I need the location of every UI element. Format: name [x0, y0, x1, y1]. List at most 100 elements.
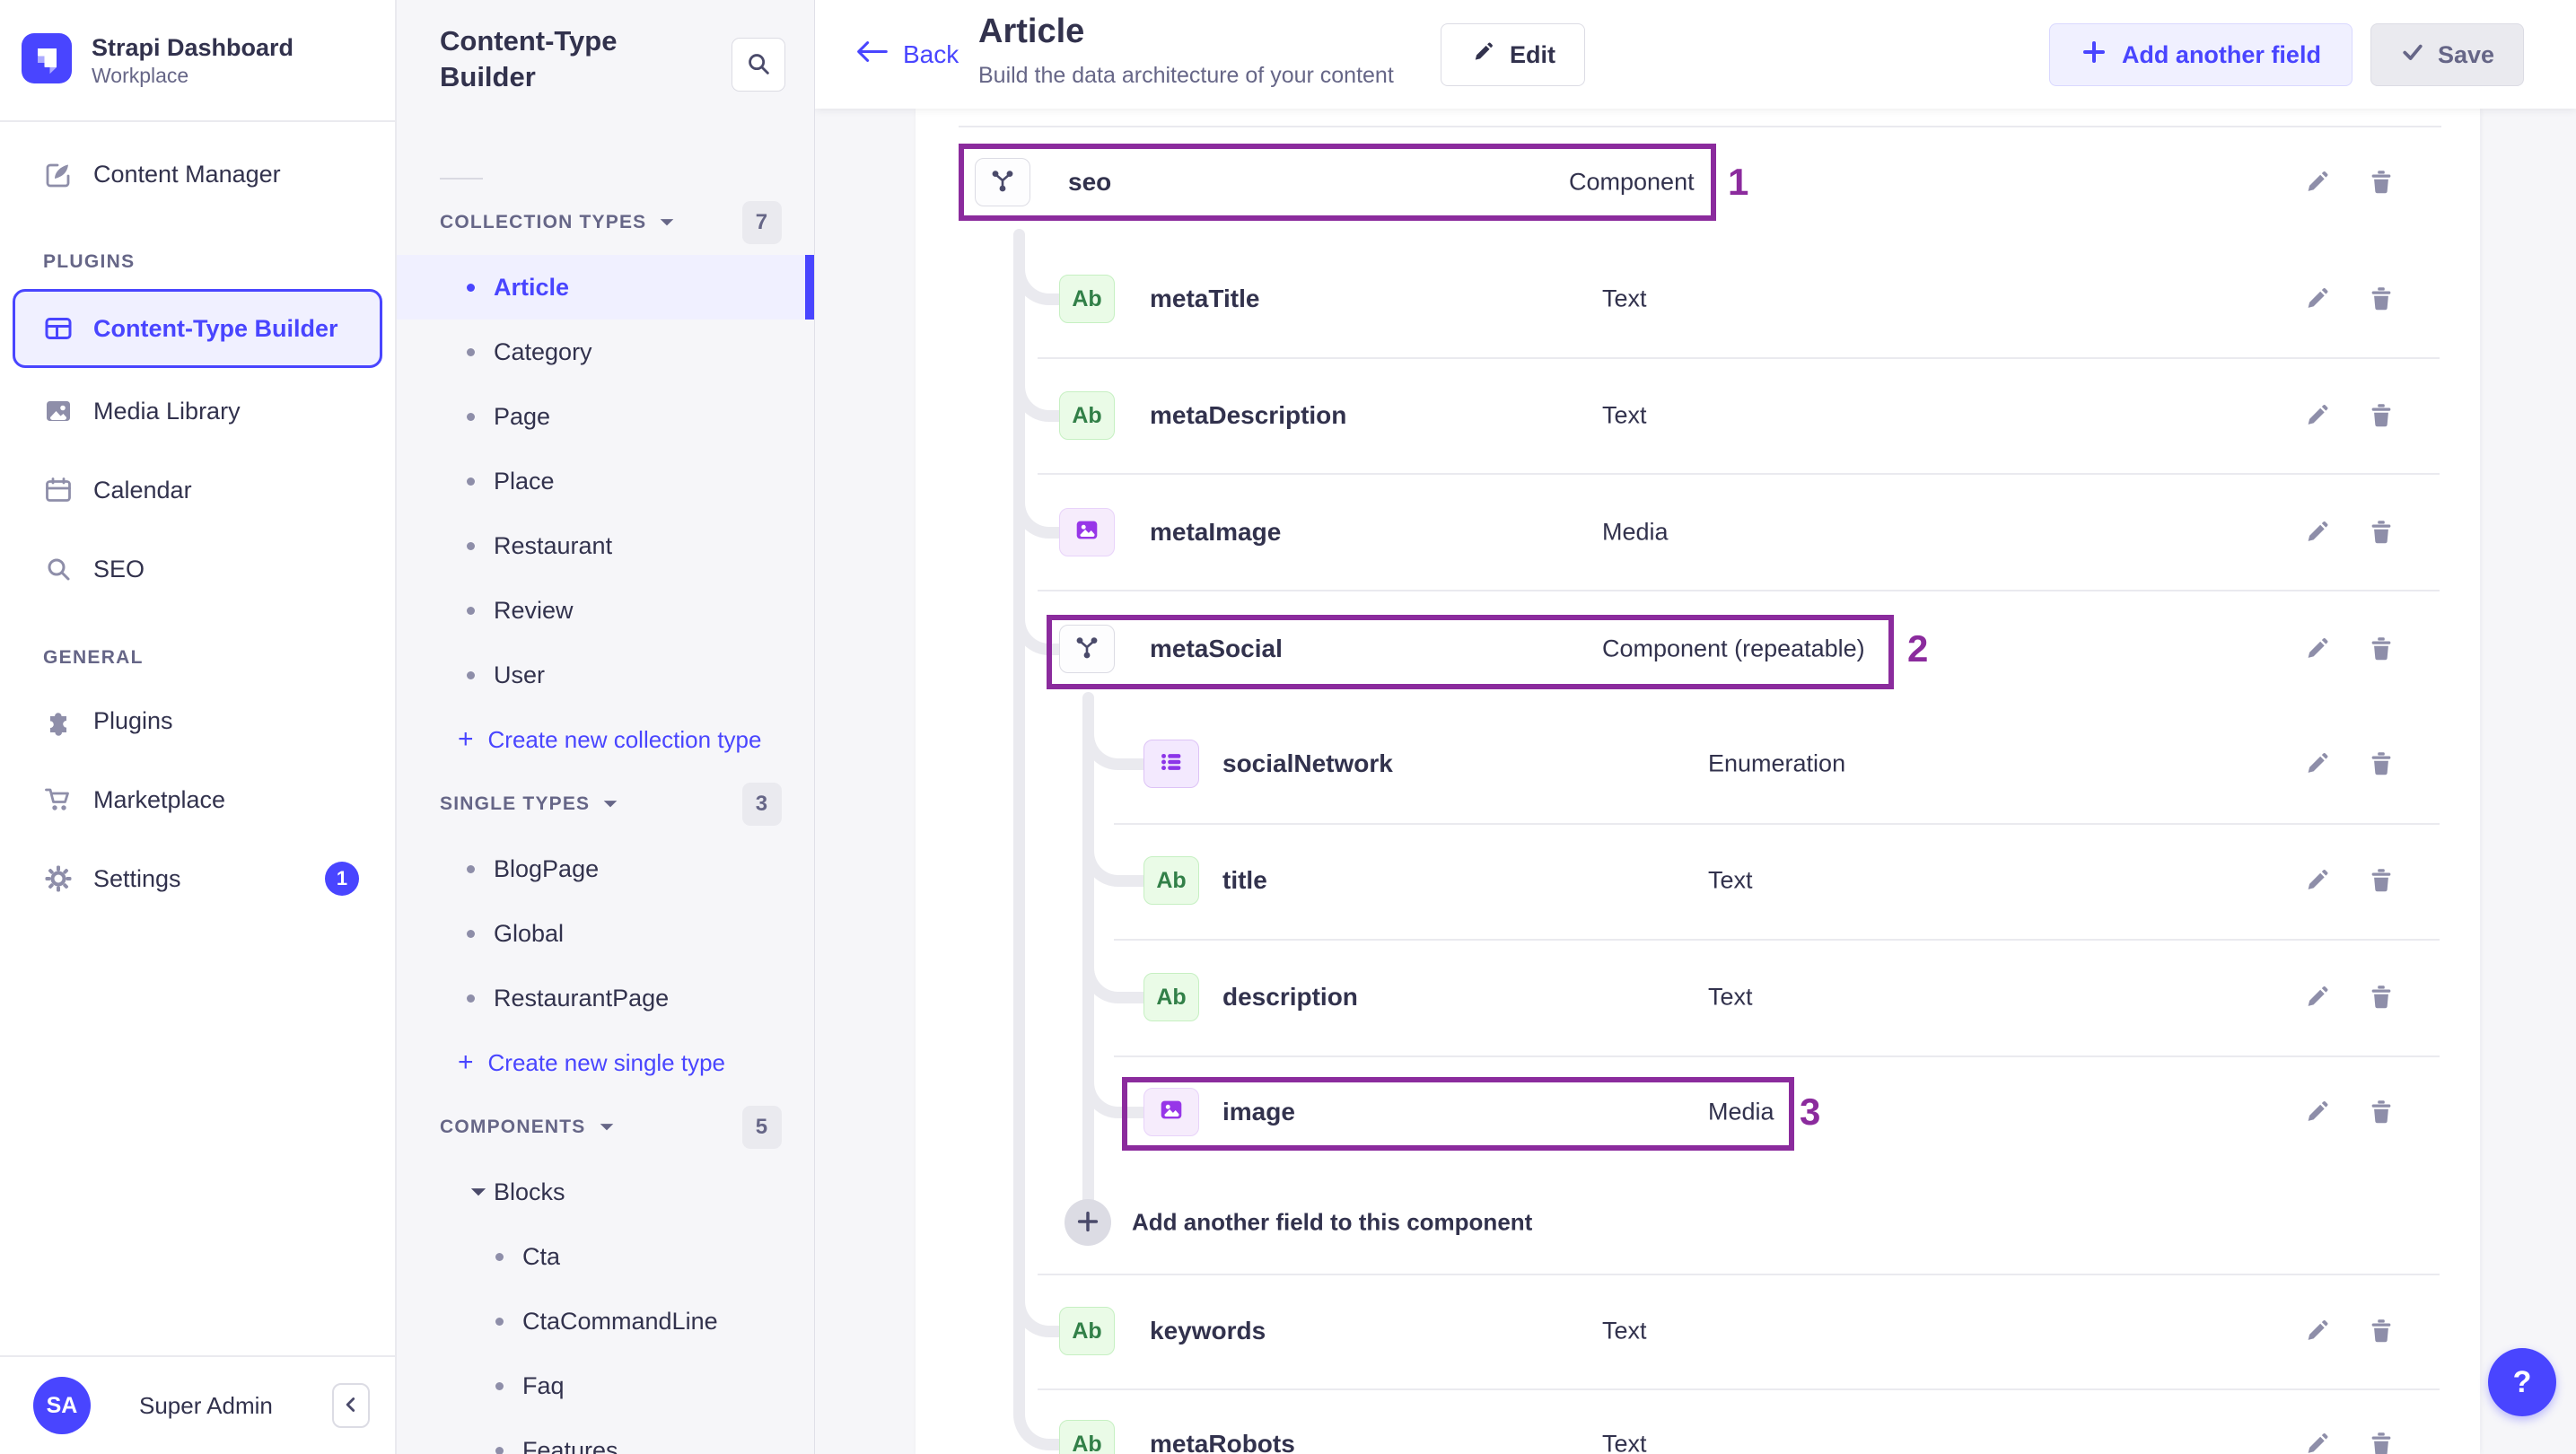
- sidebar-nav: Content Manager PLUGINS Content-Type Bui…: [0, 135, 395, 918]
- field-type: Media: [1708, 1098, 1774, 1126]
- type-item-page[interactable]: Page: [397, 384, 814, 449]
- delete-field-button[interactable]: [2367, 168, 2396, 197]
- help-button[interactable]: ?: [2488, 1348, 2556, 1416]
- sidebar-item-label: Content Manager: [93, 160, 281, 188]
- sidebar-item-seo[interactable]: SEO: [0, 530, 395, 609]
- sidebar-item-calendar[interactable]: Calendar: [0, 451, 395, 530]
- back-link[interactable]: Back: [856, 39, 959, 70]
- trash-icon: [2367, 521, 2396, 549]
- delete-field-button[interactable]: [2367, 866, 2396, 895]
- field-name: metaImage: [1150, 518, 1282, 546]
- type-item-blogpage[interactable]: BlogPage: [397, 836, 814, 901]
- type-item-place[interactable]: Place: [397, 449, 814, 513]
- type-item-category[interactable]: Category: [397, 320, 814, 384]
- add-another-field-button[interactable]: Add another field: [2048, 23, 2353, 86]
- caret-down-icon: [463, 1187, 494, 1198]
- edit-field-button[interactable]: [2302, 401, 2331, 430]
- create-new-collection-type[interactable]: + Create new collection type: [397, 707, 814, 772]
- edit-field-button[interactable]: [2302, 285, 2331, 313]
- edit-button[interactable]: Edit: [1441, 23, 1585, 86]
- chevron-left-icon: [339, 1393, 363, 1419]
- notification-badge: 1: [325, 862, 359, 896]
- app-title: Strapi Dashboard: [92, 34, 294, 61]
- type-item-global[interactable]: Global: [397, 901, 814, 966]
- edit-field-button[interactable]: [2302, 983, 2331, 1012]
- component-field-icon: [1072, 632, 1102, 667]
- pencil-icon: [2302, 1433, 2331, 1454]
- edit-field-button[interactable]: [2302, 749, 2331, 778]
- component-item-cta[interactable]: Cta: [397, 1224, 814, 1289]
- bullet-icon: [495, 1317, 504, 1326]
- component-item-ctacommandline[interactable]: CtaCommandLine: [397, 1289, 814, 1353]
- sidebar-item-plugins[interactable]: Plugins: [0, 681, 395, 760]
- delete-field-button[interactable]: [2367, 1430, 2396, 1454]
- pencil-icon: [2302, 1101, 2331, 1129]
- field-row-metaImage: metaImage Media: [916, 474, 2480, 591]
- edit-field-button[interactable]: [2302, 1430, 2331, 1454]
- search-button[interactable]: [732, 38, 785, 92]
- delete-field-button[interactable]: [2367, 285, 2396, 313]
- type-item-restaurantpage[interactable]: RestaurantPage: [397, 966, 814, 1030]
- edit-field-button[interactable]: [2302, 518, 2331, 547]
- collection-types-header[interactable]: COLLECTION TYPES 7: [397, 190, 814, 255]
- page-subtitle: Build the data architecture of your cont…: [978, 63, 1394, 88]
- delete-field-button[interactable]: [2367, 401, 2396, 430]
- trash-icon: [2367, 752, 2396, 781]
- main-header: Back Article Build the data architecture…: [815, 0, 2576, 109]
- annotation-number: 1: [1728, 161, 1749, 203]
- edit-field-button[interactable]: [2302, 635, 2331, 663]
- component-category-blocks[interactable]: Blocks: [397, 1160, 814, 1224]
- content-type-builder-subnav: Content-Type Builder COLLECTION TYPES 7 Ar…: [397, 0, 815, 1454]
- edit-field-button[interactable]: [2302, 1317, 2331, 1345]
- add-field-to-component-button[interactable]: [1065, 1199, 1111, 1246]
- chevron-down-icon: [602, 793, 618, 815]
- components-header[interactable]: COMPONENTS 5: [397, 1095, 814, 1160]
- type-item-restaurant[interactable]: Restaurant: [397, 513, 814, 578]
- create-new-single-type[interactable]: + Create new single type: [397, 1030, 814, 1095]
- save-button[interactable]: Save: [2370, 23, 2524, 86]
- field-row-keywords: Ab keywords Text: [916, 1273, 2480, 1389]
- delete-field-button[interactable]: [2367, 983, 2396, 1012]
- sidebar-item-content-type-builder[interactable]: Content-Type Builder: [13, 289, 382, 368]
- chevron-down-icon: [599, 1117, 615, 1138]
- delete-field-button[interactable]: [2367, 518, 2396, 547]
- type-item-user[interactable]: User: [397, 643, 814, 707]
- search-icon: [43, 554, 74, 584]
- workspace-label: Workplace: [92, 64, 189, 87]
- component-item-faq[interactable]: Faq: [397, 1353, 814, 1418]
- sidebar-item-label: Calendar: [93, 476, 192, 504]
- delete-field-button[interactable]: [2367, 1098, 2396, 1126]
- single-types-header[interactable]: SINGLE TYPES 3: [397, 772, 814, 836]
- delete-field-button[interactable]: [2367, 635, 2396, 663]
- delete-field-button[interactable]: [2367, 1317, 2396, 1345]
- sidebar-item-media-library[interactable]: Media Library: [0, 372, 395, 451]
- divider: [440, 178, 483, 180]
- bullet-icon: [467, 412, 475, 421]
- type-item-article[interactable]: Article: [397, 255, 814, 320]
- item-label: Page: [494, 402, 551, 430]
- main-area: Back Article Build the data architecture…: [815, 0, 2576, 1454]
- field-name: keywords: [1150, 1317, 1266, 1345]
- general-items: Plugins Marketplace Settings 1: [0, 681, 395, 918]
- component-item-features[interactable]: Features: [397, 1418, 814, 1454]
- avatar[interactable]: SA: [33, 1377, 91, 1434]
- pencil-icon: [2302, 288, 2331, 316]
- count-badge: 3: [742, 783, 782, 826]
- edit-field-button[interactable]: [2302, 168, 2331, 197]
- delete-field-button[interactable]: [2367, 749, 2396, 778]
- sidebar-item-content-manager[interactable]: Content Manager: [0, 135, 395, 214]
- item-label: Restaurant: [494, 531, 613, 559]
- enumeration-field-icon: [1157, 748, 1186, 781]
- edit-field-button[interactable]: [2302, 866, 2331, 895]
- sidebar-item-label: Media Library: [93, 397, 241, 425]
- sidebar-item-settings[interactable]: Settings 1: [0, 839, 395, 918]
- edit-field-button[interactable]: [2302, 1098, 2331, 1126]
- item-label: RestaurantPage: [494, 984, 670, 1012]
- user-panel: SA Super Admin: [0, 1355, 395, 1454]
- brand[interactable]: Strapi Dashboard Workplace: [0, 0, 395, 101]
- collapse-sidebar-button[interactable]: [332, 1383, 370, 1428]
- text-field-icon: Ab: [1072, 402, 1102, 428]
- sidebar-item-marketplace[interactable]: Marketplace: [0, 760, 395, 839]
- type-item-review[interactable]: Review: [397, 578, 814, 643]
- field-type: Enumeration: [1708, 749, 1846, 777]
